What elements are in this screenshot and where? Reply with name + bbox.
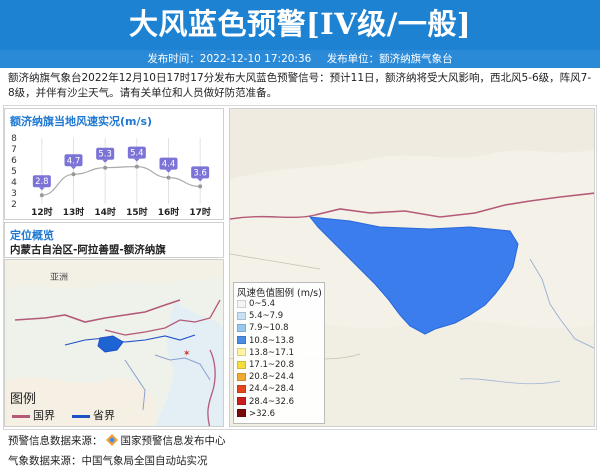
wind-legend-item: 24.4~28.4	[237, 384, 294, 395]
wind-legend-item: 28.4~32.6	[237, 397, 294, 408]
data-label-pointer	[102, 159, 109, 163]
data-label: 5.3	[98, 150, 112, 160]
wind-legend-item: 20.8~24.4	[237, 372, 294, 383]
legend-label: 20.8~24.4	[249, 372, 294, 383]
publisher: 发布单位：额济纳旗气象台	[326, 53, 453, 65]
warning-source-name[interactable]: 国家预警信息发布中心	[121, 435, 226, 447]
data-label: 4.4	[162, 160, 176, 170]
warning-description: 额济纳旗气象台2022年12月10日17时17分发布大风蓝色预警信号：预计11日…	[8, 72, 592, 99]
x-tick-label: 17时	[189, 206, 211, 218]
data-label-pointer	[38, 187, 45, 191]
legend-label: 7.9~10.8	[249, 323, 289, 334]
data-point	[103, 165, 108, 170]
data-label: 5.4	[130, 149, 144, 159]
wind-chart: 8765432 2.8 12时 4.7 13时 5.3 14时 5.4 15时 4.4 16时 3.6…	[11, 134, 211, 218]
data-point	[71, 172, 76, 177]
map-label-asia: 亚洲	[50, 273, 69, 283]
warning-source-label: 预警信息数据来源：	[8, 435, 103, 447]
location-title: 定位概览	[10, 229, 54, 242]
legend-provincial-border: 省界	[72, 407, 115, 423]
provincial-border-label: 省界	[93, 409, 115, 422]
x-tick-label: 12时	[31, 206, 53, 218]
legend-national-border: 国界	[12, 407, 55, 423]
weather-source-name: 中国气象局全国自动站实况	[81, 455, 208, 467]
wind-legend-item: 7.9~10.8	[237, 323, 289, 334]
wind-legend-item: 17.1~20.8	[237, 360, 294, 371]
legend-swatch	[237, 348, 246, 357]
x-tick-label: 15时	[126, 206, 148, 218]
legend-label: 10.8~13.8	[249, 335, 294, 346]
national-border-label: 国界	[33, 409, 55, 422]
legend-label: 28.4~32.6	[249, 396, 294, 407]
data-point	[39, 193, 44, 198]
svg-text:✶: ✶	[183, 349, 191, 359]
x-tick-label: 16时	[158, 206, 180, 218]
y-tick-label: 2	[11, 200, 17, 210]
wind-legend-item: 10.8~13.8	[237, 336, 294, 347]
weather-source-label: 气象数据来源：	[8, 455, 82, 467]
warning-source: 预警信息数据来源： 国家预警信息发布中心	[8, 433, 226, 448]
info-bar: 发布时间：2022-12-10 17:20:36 发布单位：额济纳旗气象台	[0, 50, 600, 68]
legend-swatch	[237, 397, 246, 406]
overview-map-graphic: ✶	[5, 260, 223, 426]
warning-center-logo-icon	[105, 434, 118, 446]
legend-swatch	[237, 372, 246, 381]
y-tick-label: 6	[11, 156, 17, 166]
data-label-pointer	[197, 178, 204, 182]
data-label-pointer	[70, 166, 77, 170]
legend-swatch	[237, 409, 246, 418]
y-tick-label: 7	[11, 145, 17, 155]
data-label: 4.7	[67, 156, 81, 166]
map-legend-title: 图例	[10, 392, 37, 407]
legend-label: 0~5.4	[249, 299, 276, 309]
data-point	[198, 184, 203, 189]
legend-swatch	[237, 299, 246, 308]
wind-legend-item: 0~5.4	[237, 299, 275, 310]
data-point	[166, 175, 171, 180]
legend-swatch	[237, 360, 246, 369]
weather-source: 气象数据来源：中国气象局全国自动站实况	[8, 453, 208, 468]
data-label-pointer	[133, 158, 140, 162]
legend-label: >32.6	[249, 408, 276, 419]
provincial-border-line-icon	[72, 414, 90, 418]
wind-legend-item: >32.6	[237, 409, 275, 420]
legend-swatch	[237, 323, 246, 332]
overview-map[interactable]: ✶	[4, 259, 224, 427]
legend-label: 24.4~28.4	[249, 384, 294, 395]
x-tick-label: 14时	[94, 206, 116, 218]
legend-label: 5.4~7.9	[249, 311, 284, 322]
y-tick-label: 5	[11, 167, 17, 177]
legend-label: 17.1~20.8	[249, 360, 294, 370]
page-title: 大风蓝色预警[IV级/一般]	[128, 7, 472, 41]
legend-swatch	[237, 384, 246, 393]
wind-color-legend: 风速色值图例 (m/s) 0~5.4 5.4~7.9 7.9~10.8 10.8~13…	[233, 282, 325, 424]
legend-swatch	[237, 336, 246, 345]
data-point	[134, 164, 139, 169]
data-label: 3.6	[193, 168, 207, 178]
legend-label: 13.8~17.1	[249, 347, 294, 358]
y-tick-label: 3	[11, 189, 17, 199]
location-path: 内蒙古自治区-阿拉善盟-额济纳旗	[10, 244, 166, 256]
wind-legend-item: 5.4~7.9	[237, 311, 283, 322]
data-label-pointer	[165, 169, 172, 173]
legend-swatch	[237, 311, 246, 320]
x-tick-label: 13时	[63, 206, 85, 218]
data-label: 2.8	[35, 177, 49, 187]
wind-legend-item: 13.8~17.1	[237, 348, 294, 359]
wind-legend-title: 风速色值图例 (m/s)	[237, 288, 322, 299]
national-border-line-icon	[12, 414, 30, 418]
wind-series-line	[41, 165, 201, 196]
publish-time: 发布时间：2022-12-10 17:20:36	[147, 53, 312, 65]
y-tick-label: 4	[11, 178, 17, 188]
y-tick-label: 8	[11, 134, 17, 144]
